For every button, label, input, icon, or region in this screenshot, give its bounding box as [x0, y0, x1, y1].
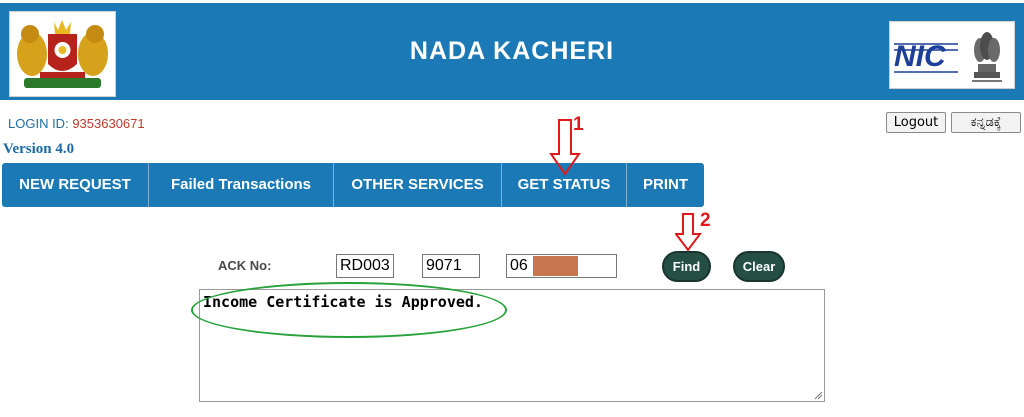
redaction-mask [533, 256, 578, 276]
site-title: NADA KACHERI [409, 37, 615, 65]
nic-logo: NIC [889, 21, 1015, 89]
ack-part1-input[interactable] [336, 254, 394, 278]
login-id-value: 9353630671 [72, 116, 145, 131]
nav-new-request[interactable]: NEW REQUEST [2, 163, 149, 207]
ack-part2-input[interactable] [422, 254, 480, 278]
down-arrow-icon [675, 213, 702, 252]
clear-button[interactable]: Clear [733, 251, 785, 282]
highlight-ellipse [191, 282, 507, 338]
resize-handle-icon[interactable] [813, 390, 823, 400]
step-1-label: 1 [573, 114, 584, 135]
nic-logo-text: NIC [894, 40, 947, 73]
nav-print[interactable]: PRINT [627, 163, 704, 207]
nav-failed-transactions[interactable]: Failed Transactions [149, 163, 334, 207]
login-id: LOGIN ID: 9353630671 [8, 116, 145, 131]
logout-button[interactable]: Logout [886, 112, 946, 133]
ack-no-label: ACK No: [218, 258, 272, 273]
version-label: Version 4.0 [3, 141, 75, 157]
nav-other-services[interactable]: OTHER SERVICES [334, 163, 502, 207]
login-id-label: LOGIN ID: [8, 116, 69, 131]
step-2-label: 2 [700, 210, 711, 231]
find-button[interactable]: Find [662, 251, 711, 282]
kannada-language-button[interactable]: ಕನ್ನಡಕ್ಕೆ [951, 112, 1021, 133]
nic-emblem-icon: NIC [894, 32, 1002, 82]
header-banner: NADA KACHERI NIC [0, 0, 1024, 100]
main-nav: NEW REQUEST Failed Transactions OTHER SE… [2, 163, 704, 207]
